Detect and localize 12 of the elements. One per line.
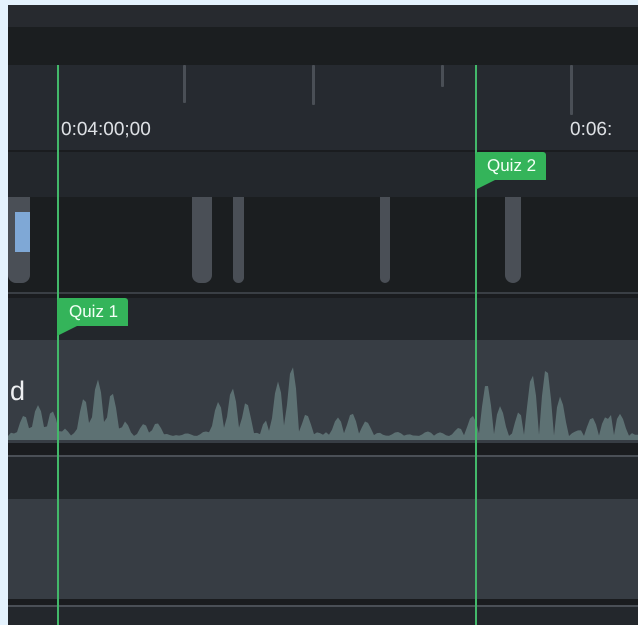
track-label: d xyxy=(10,376,26,407)
quiz-marker[interactable]: Quiz 1 xyxy=(57,298,128,336)
quiz-marker[interactable]: Quiz 2 xyxy=(475,152,546,190)
time-ruler[interactable]: 0:04:00;00 0:06: xyxy=(8,65,638,152)
media-clip[interactable] xyxy=(380,197,390,283)
media-clip[interactable] xyxy=(505,197,521,283)
media-clip[interactable] xyxy=(233,197,244,283)
clip-thumbnail xyxy=(15,212,30,252)
timecode: 0:04:00;00 xyxy=(61,119,151,141)
media-clip[interactable] xyxy=(192,197,212,283)
timecode: 0:06: xyxy=(570,119,612,141)
media-clip[interactable] xyxy=(8,197,30,283)
